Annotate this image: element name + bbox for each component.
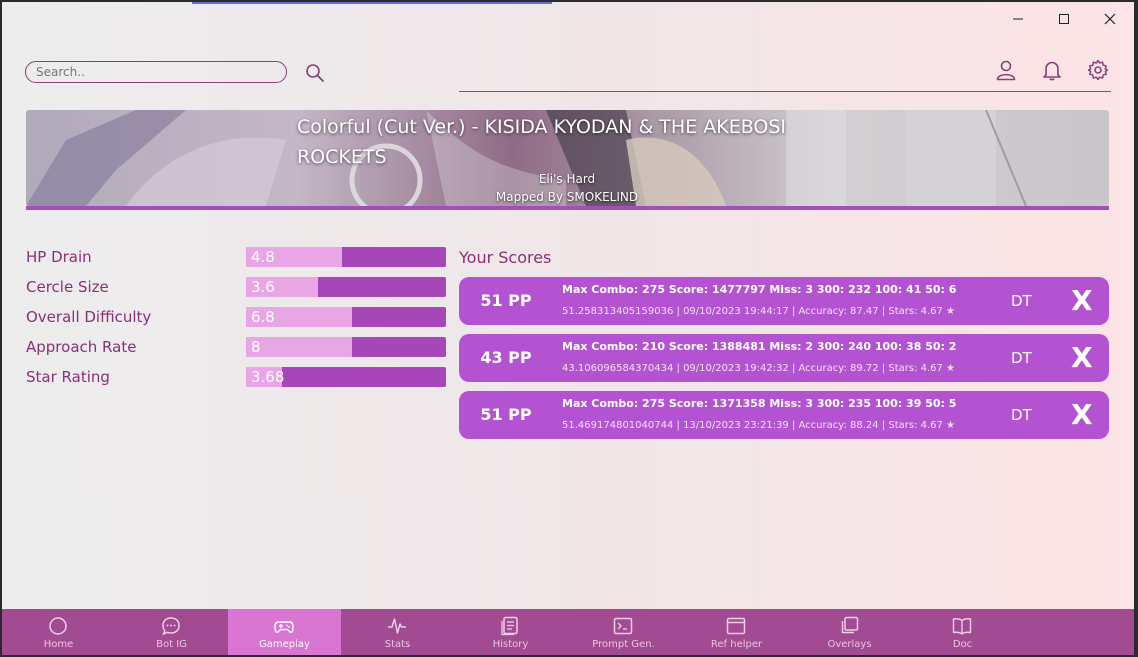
- notifications-button[interactable]: [1040, 58, 1064, 82]
- gamepad-icon: [274, 621, 294, 633]
- nav-item-overlays[interactable]: Overlays: [793, 609, 906, 655]
- score-details: 51.469174801040744 | 13/10/2023 23:21:39…: [562, 420, 956, 431]
- nav-item-history[interactable]: History: [454, 609, 567, 655]
- scores-title: Your Scores: [459, 248, 552, 267]
- banner-progress-bar: [26, 206, 1109, 210]
- terminal-icon: [613, 617, 633, 635]
- score-pp: 51 PP: [480, 291, 532, 310]
- overlays-icon: [841, 616, 859, 634]
- nav-label: Bot IG: [156, 639, 187, 650]
- score-pp: 43 PP: [480, 348, 532, 367]
- stat-bar-cs: 3.6: [246, 277, 446, 297]
- history-icon: [501, 616, 518, 636]
- stat-bar-sr: 3.68: [246, 367, 446, 387]
- score-summary: Max Combo: 275 Score: 1477797 Miss: 3 30…: [562, 283, 957, 296]
- score-mods: DT: [1011, 406, 1032, 424]
- beatmap-difficulty: Eli's Hard: [538, 172, 596, 186]
- gear-icon: [1087, 59, 1109, 81]
- score-details: 51.258313405159036 | 09/10/2023 19:44:17…: [562, 306, 956, 317]
- score-pp: 51 PP: [480, 405, 532, 424]
- stat-bar-od: 6.8: [246, 307, 446, 327]
- settings-button[interactable]: [1086, 58, 1110, 82]
- bell-icon: [1043, 61, 1061, 81]
- nav-label: Stats: [384, 639, 411, 650]
- user-icon: [996, 60, 1016, 81]
- bottom-nav: Home Bot IG Gameplay Stats History Promp…: [2, 609, 1134, 655]
- delete-score-button[interactable]: X: [1071, 277, 1093, 325]
- nav-label: Prompt Gen.: [592, 639, 655, 650]
- title-accent-strip: [192, 2, 552, 4]
- stat-label-hp: HP Drain: [26, 248, 92, 266]
- search-icon[interactable]: [305, 63, 325, 83]
- minimize-icon: [1013, 18, 1023, 20]
- stat-label-sr: Star Rating: [26, 368, 110, 386]
- score-card[interactable]: 51 PP Max Combo: 275 Score: 1477797 Miss…: [459, 277, 1109, 325]
- stat-fill-ar: [246, 337, 352, 357]
- chat-icon: [162, 617, 180, 636]
- score-summary: Max Combo: 210 Score: 1388481 Miss: 2 30…: [562, 340, 957, 353]
- score-card[interactable]: 51 PP Max Combo: 275 Score: 1371358 Miss…: [459, 391, 1109, 439]
- beatmap-title: Colorful (Cut Ver.) - KISIDA KYODAN & TH…: [297, 116, 787, 168]
- stat-label-od: Overall Difficulty: [26, 308, 152, 326]
- header-divider: [459, 91, 1111, 92]
- nav-item-stats[interactable]: Stats: [341, 609, 454, 655]
- score-details: 43.106096584370434 | 09/10/2023 19:42:32…: [562, 363, 956, 374]
- book-icon: [952, 618, 972, 635]
- stat-label-cs: Cercle Size: [26, 278, 109, 296]
- stat-value-od: 6.8: [251, 308, 275, 326]
- stat-value-hp: 4.8: [251, 248, 275, 266]
- nav-item-ref-helper[interactable]: Ref helper: [680, 609, 793, 655]
- profile-button[interactable]: [994, 58, 1018, 82]
- search-input[interactable]: [25, 61, 287, 83]
- score-card[interactable]: 43 PP Max Combo: 210 Score: 1388481 Miss…: [459, 334, 1109, 382]
- nav-item-gameplay[interactable]: Gameplay: [228, 609, 341, 655]
- nav-item-bot-ig[interactable]: Bot IG: [115, 609, 228, 655]
- score-mods: DT: [1011, 349, 1032, 367]
- stat-value-cs: 3.6: [251, 278, 275, 296]
- close-icon: [1104, 13, 1116, 25]
- nav-item-prompt-gen[interactable]: Prompt Gen.: [567, 609, 680, 655]
- nav-label: Gameplay: [259, 639, 310, 650]
- pulse-icon: [388, 618, 406, 634]
- beatmap-mapper: Mapped By SMOKELIND: [495, 190, 639, 204]
- stat-bar-hp: 4.8: [246, 247, 446, 267]
- window-icon: [726, 617, 746, 635]
- close-button[interactable]: [1088, 6, 1132, 32]
- nav-label: Doc: [952, 639, 973, 650]
- nav-label: Ref helper: [710, 639, 763, 650]
- app-window: Colorful (Cut Ver.) - KISIDA KYODAN & TH…: [2, 2, 1134, 655]
- nav-label: Overlays: [827, 639, 872, 650]
- score-summary: Max Combo: 275 Score: 1371358 Miss: 3 30…: [562, 397, 957, 410]
- stat-value-sr: 3.68: [251, 368, 285, 386]
- delete-score-button[interactable]: X: [1071, 334, 1093, 382]
- circle-icon: [49, 617, 67, 635]
- delete-score-button[interactable]: X: [1071, 391, 1093, 439]
- nav-label: Home: [43, 639, 74, 650]
- stat-bar-ar: 8: [246, 337, 446, 357]
- maximize-button[interactable]: [1042, 6, 1086, 32]
- maximize-icon: [1059, 14, 1069, 24]
- minimize-button[interactable]: [996, 6, 1040, 32]
- nav-label: History: [492, 639, 529, 650]
- stat-value-ar: 8: [251, 338, 261, 356]
- stat-label-ar: Approach Rate: [26, 338, 137, 356]
- nav-item-home[interactable]: Home: [2, 609, 115, 655]
- score-mods: DT: [1011, 292, 1032, 310]
- nav-item-doc[interactable]: Doc: [906, 609, 1019, 655]
